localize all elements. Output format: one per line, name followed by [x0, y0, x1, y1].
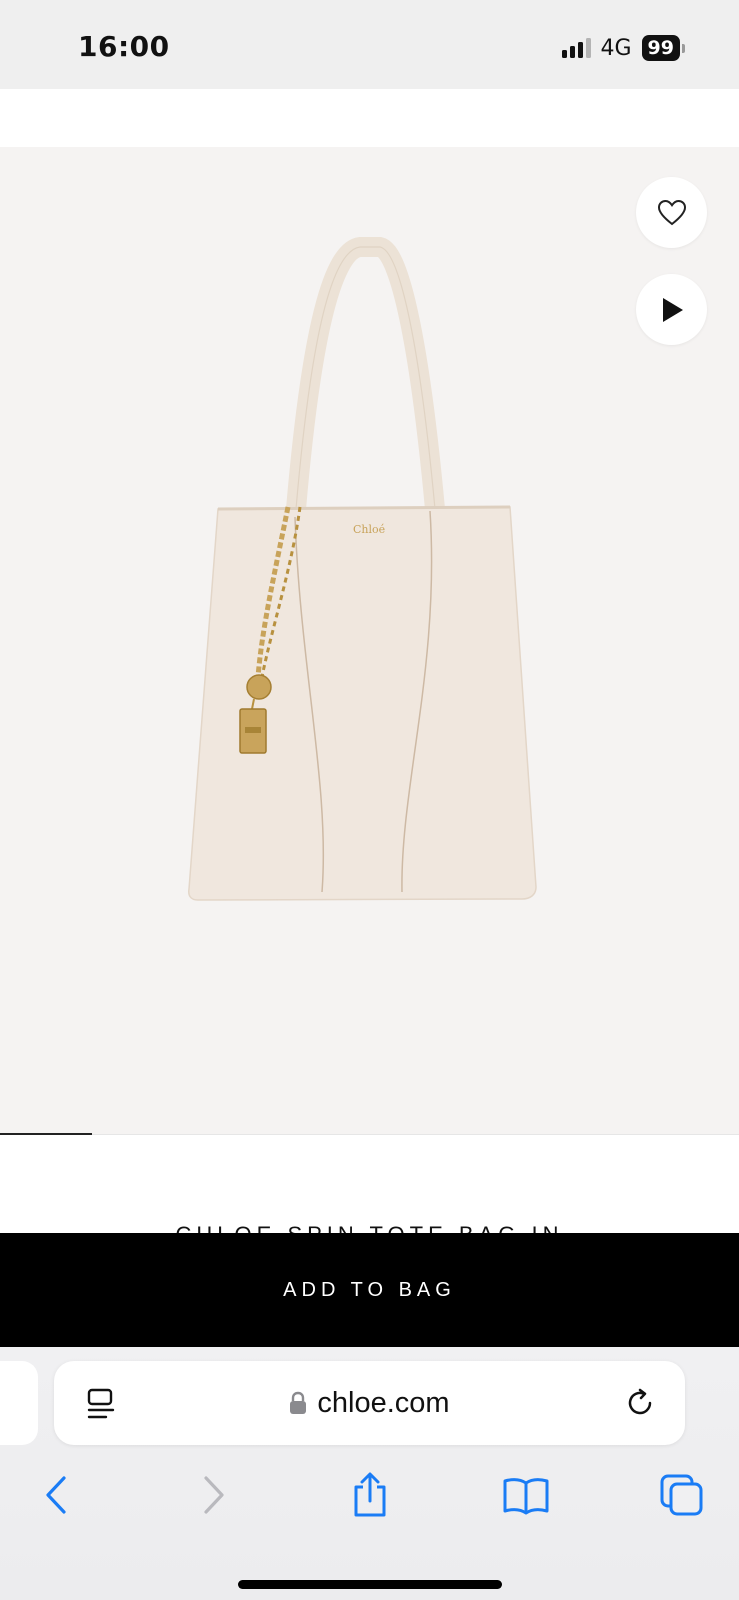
tabs-button[interactable]	[652, 1465, 712, 1525]
reload-icon[interactable]	[625, 1387, 657, 1419]
status-bar: 16:00 4G 99	[0, 0, 739, 89]
cellular-signal-icon	[561, 38, 591, 58]
previous-tab-preview[interactable]	[0, 1361, 38, 1445]
site-header	[0, 89, 739, 147]
chevron-left-icon	[46, 1476, 66, 1514]
address-bar[interactable]: chloe.com	[54, 1361, 685, 1445]
play-video-button[interactable]	[636, 274, 707, 345]
wishlist-button[interactable]	[636, 177, 707, 248]
play-icon	[662, 297, 683, 322]
brand-stamp: Chloé	[353, 523, 385, 536]
share-button[interactable]	[340, 1465, 400, 1525]
book-icon	[503, 1478, 549, 1515]
forward-button[interactable]	[184, 1465, 244, 1525]
lock-icon	[290, 1391, 307, 1414]
add-to-bag-button[interactable]: ADD TO BAG	[0, 1233, 739, 1347]
back-button[interactable]	[26, 1465, 86, 1525]
home-indicator	[238, 1580, 502, 1589]
status-indicators: 4G 99	[561, 35, 685, 61]
url-display[interactable]: chloe.com	[54, 1361, 685, 1445]
tabs-icon	[660, 1474, 703, 1516]
battery-icon: 99	[641, 35, 685, 61]
chevron-right-icon	[204, 1476, 224, 1514]
share-icon	[354, 1472, 386, 1517]
url-text: chloe.com	[317, 1386, 450, 1419]
gallery-progress-indicator	[0, 1133, 92, 1135]
gallery-progress-track	[0, 1134, 739, 1135]
browser-chrome: chloe.com	[0, 1347, 739, 1600]
network-type: 4G	[600, 35, 632, 61]
status-time: 16:00	[78, 30, 170, 63]
tote-bag-image: Chloé	[188, 237, 537, 901]
bookmarks-button[interactable]	[496, 1465, 556, 1525]
browser-toolbar	[0, 1465, 739, 1525]
heart-outline-icon	[657, 199, 686, 225]
product-image[interactable]: Chloé	[0, 147, 739, 1135]
battery-level: 99	[641, 35, 680, 61]
